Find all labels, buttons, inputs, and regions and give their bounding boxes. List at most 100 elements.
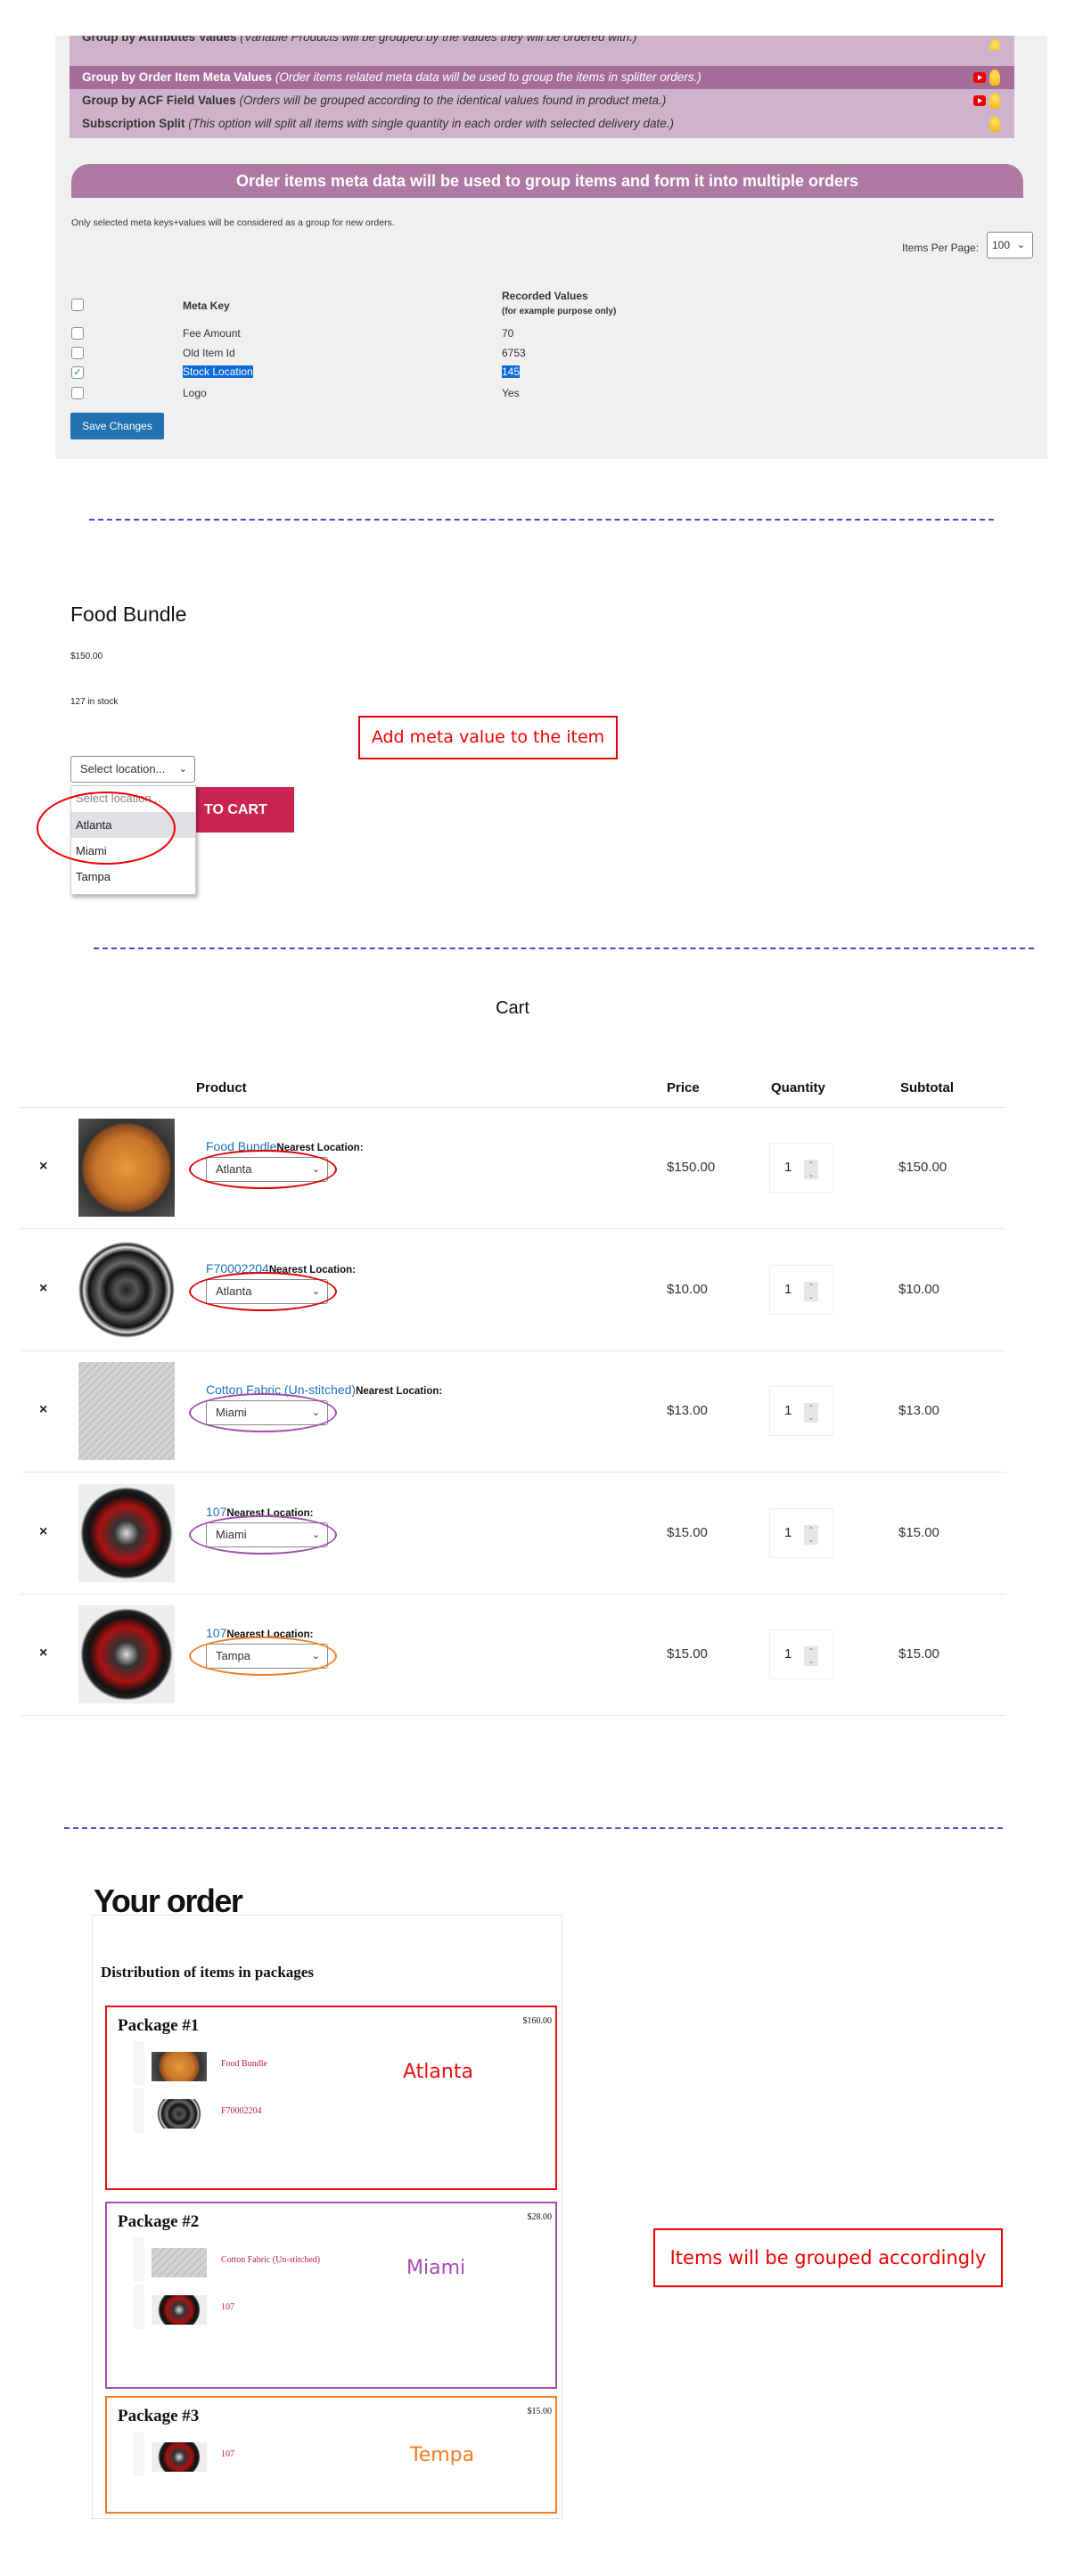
remove-item-icon[interactable]: × <box>39 1645 47 1661</box>
dropdown-option[interactable]: Tampa <box>71 864 195 890</box>
add-to-cart-button[interactable]: TO CART <box>192 787 294 833</box>
row-divider <box>20 1472 1005 1473</box>
package-total: $160.00 <box>522 2016 553 2026</box>
annotation-callout: Add meta value to the item <box>358 716 618 759</box>
highlight-ellipse <box>189 1150 337 1189</box>
product-title: Food Bundle <box>70 603 187 626</box>
item-price: $15.00 <box>667 1524 708 1540</box>
divider <box>64 1827 1003 1829</box>
highlight-ellipse <box>189 1271 337 1311</box>
package-title: Package #2 <box>118 2212 200 2231</box>
row-divider <box>20 1593 1005 1595</box>
package-card: Package #1 $160.00 Food Bundle F70002204… <box>105 2006 557 2190</box>
lightbulb-icon[interactable] <box>989 70 1000 86</box>
youtube-icon[interactable] <box>973 95 986 106</box>
package-item-thumbnail <box>152 2248 207 2277</box>
product-price: $150.00 <box>70 652 103 661</box>
col-quantity: Quantity <box>771 1080 825 1095</box>
meta-key: Stock Location <box>183 365 253 378</box>
remove-item-icon[interactable]: × <box>39 1524 47 1540</box>
quantity-stepper[interactable]: 1 ⌃ ⌄ <box>769 1143 833 1193</box>
meta-value: 6753 <box>502 347 526 359</box>
row-divider <box>20 1107 1005 1108</box>
meta-key: Old Item Id <box>183 347 235 359</box>
product-thumbnail[interactable] <box>78 1483 175 1582</box>
meta-value: 70 <box>502 327 514 340</box>
section-banner: Order items meta data will be used to gr… <box>71 164 1023 198</box>
product-thumbnail[interactable] <box>78 1605 175 1703</box>
package-location-label: Atlanta <box>403 2061 473 2083</box>
package-location-label: Tempa <box>410 2444 475 2466</box>
quantity-stepper[interactable]: 1 ⌃ ⌄ <box>769 1507 833 1558</box>
package-item-link[interactable]: Food Bundle <box>221 2059 267 2069</box>
option-acf-fields[interactable]: Group by ACF Field Values (Orders will b… <box>70 89 1014 112</box>
annotation-callout: Items will be grouped accordingly <box>653 2228 1003 2287</box>
save-changes-button[interactable]: Save Changes <box>70 413 164 439</box>
meta-key-header: Meta Key <box>183 299 230 312</box>
package-item-link[interactable]: F70002204 <box>221 2106 262 2116</box>
lightbulb-icon[interactable] <box>989 93 1000 109</box>
option-subscription-split[interactable]: Subscription Split (This option will spl… <box>70 112 1014 135</box>
row-checkbox[interactable] <box>71 347 84 359</box>
product-thumbnail[interactable] <box>78 1119 175 1217</box>
divider <box>89 519 994 521</box>
package-item-link[interactable]: 107 <box>221 2302 234 2312</box>
items-per-page-label: Items Per Page: <box>902 242 980 254</box>
spinner-arrows-icon[interactable]: ⌃ ⌄ <box>804 1160 818 1179</box>
lightbulb-icon[interactable] <box>989 116 1000 132</box>
package-item-link[interactable]: Cotton Fabric (Un-stitched) <box>221 2255 320 2265</box>
row-checkbox[interactable] <box>71 327 84 340</box>
lightbulb-icon[interactable] <box>989 39 1000 50</box>
recorded-values-header: Recorded Values <box>502 290 588 302</box>
package-title: Package #3 <box>118 2407 200 2425</box>
highlight-ellipse <box>189 1637 337 1676</box>
divider <box>94 948 1034 949</box>
package-item-link[interactable]: 107 <box>221 2449 234 2459</box>
col-subtotal: Subtotal <box>900 1080 954 1095</box>
product-thumbnail[interactable] <box>78 1240 175 1339</box>
distribution-title: Distribution of items in packages <box>101 1964 314 1981</box>
spinner-arrows-icon[interactable]: ⌃ ⌄ <box>804 1403 818 1423</box>
items-per-page-select[interactable]: 100 ⌄ <box>987 232 1033 258</box>
highlight-ellipse <box>37 792 176 865</box>
remove-item-icon[interactable]: × <box>39 1281 47 1297</box>
package-item-thumbnail <box>152 2052 207 2081</box>
spinner-arrows-icon[interactable]: ⌃ ⌄ <box>804 1646 818 1666</box>
quantity-stepper[interactable]: 1 ⌃ ⌄ <box>769 1264 833 1315</box>
product-link[interactable]: 107 <box>206 1626 226 1640</box>
package-title: Package #1 <box>118 2016 200 2035</box>
quantity-stepper[interactable]: 1 ⌃ ⌄ <box>769 1629 833 1679</box>
spinner-arrows-icon[interactable]: ⌃ ⌄ <box>804 1524 818 1545</box>
col-price: Price <box>667 1080 700 1095</box>
row-checkbox-checked[interactable]: ✓ <box>71 366 84 379</box>
row-divider <box>20 1228 1005 1229</box>
package-total: $28.00 <box>527 2212 553 2222</box>
meta-key: Logo <box>183 387 207 399</box>
spinner-arrows-icon[interactable]: ⌃ ⌄ <box>804 1281 818 1301</box>
meta-value: Yes <box>502 387 520 399</box>
youtube-icon[interactable] <box>973 72 986 83</box>
option-attributes[interactable]: Group by Attributes Values (Variable Pro… <box>70 36 1014 50</box>
item-subtotal: $10.00 <box>898 1281 939 1297</box>
select-all-checkbox[interactable] <box>71 299 84 311</box>
product-link[interactable]: 107 <box>206 1505 226 1519</box>
col-product: Product <box>196 1080 247 1095</box>
remove-item-icon[interactable]: × <box>39 1402 47 1418</box>
item-price: $15.00 <box>667 1646 708 1661</box>
meta-note: Only selected meta keys+values will be c… <box>71 217 395 228</box>
item-price: $10.00 <box>667 1281 708 1297</box>
item-price: $13.00 <box>667 1403 708 1418</box>
quantity-stepper[interactable]: 1 ⌃ ⌄ <box>769 1386 833 1436</box>
highlight-ellipse <box>189 1514 337 1555</box>
package-card: Package #3 $15.00 107 Tempa <box>105 2396 557 2514</box>
location-select[interactable]: Select location... ⌄ <box>70 756 195 783</box>
chevron-down-icon: ⌄ <box>178 764 187 775</box>
item-subtotal: $15.00 <box>898 1646 939 1661</box>
remove-item-icon[interactable]: × <box>39 1159 47 1175</box>
product-thumbnail[interactable] <box>78 1362 175 1460</box>
package-total: $15.00 <box>527 2407 553 2416</box>
row-checkbox[interactable] <box>71 387 84 399</box>
highlight-ellipse <box>189 1393 337 1432</box>
option-order-item-meta[interactable]: Group by Order Item Meta Values (Order i… <box>70 66 1014 89</box>
meta-value: 145 <box>502 365 521 378</box>
